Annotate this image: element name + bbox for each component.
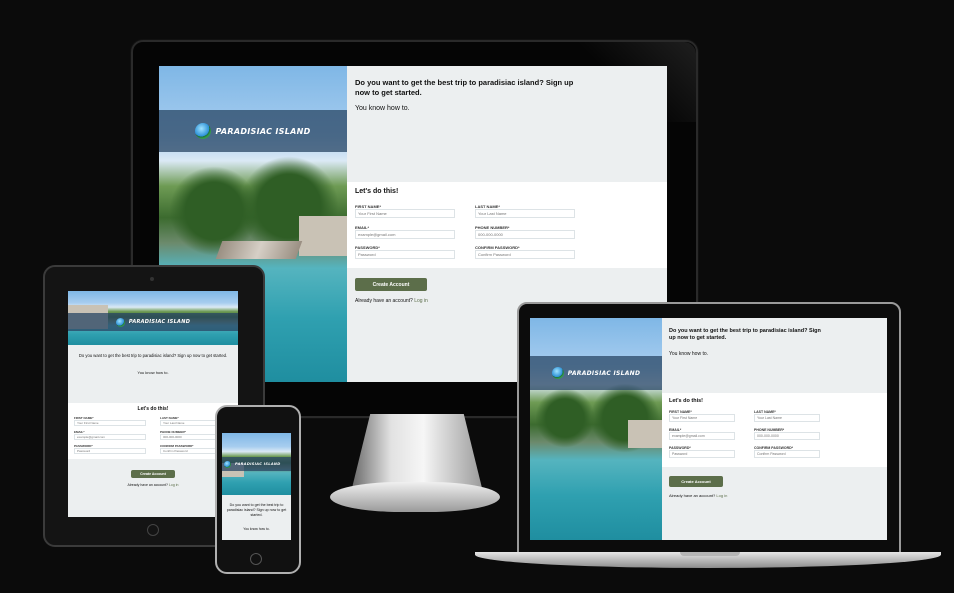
globe-icon <box>224 460 231 468</box>
hero-headline: Do you want to get the best trip to para… <box>78 353 228 358</box>
signup-form: Let's do this! FIRST NAME* LAST NAME* EM… <box>347 182 667 268</box>
laptop-screen: PARADISIAC ISLAND Do you want to get the… <box>530 318 887 540</box>
globe-icon <box>195 123 212 139</box>
email-input[interactable] <box>669 432 735 440</box>
first-name-input[interactable] <box>669 414 735 422</box>
hero-headline: Do you want to get the best trip to para… <box>226 503 287 517</box>
brand-banner: PARADISIAC ISLAND <box>68 313 238 331</box>
login-prefix: Already have an account? <box>355 298 413 304</box>
form-title: Let's do this! <box>137 406 169 412</box>
login-prompt: Already have an account? Log in <box>355 298 428 304</box>
hero-tagline: You know how to. <box>355 105 410 112</box>
last-name-input[interactable] <box>754 414 820 422</box>
hero-tagline: You know how to. <box>669 351 709 357</box>
brand-name: PARADISIAC ISLAND <box>567 369 641 377</box>
password-input[interactable] <box>74 448 146 454</box>
brand-name: PARADISIAC ISLAND <box>235 462 281 466</box>
brand-banner: PARADISIAC ISLAND <box>530 356 662 390</box>
login-link[interactable]: Log in <box>414 298 428 304</box>
email-input[interactable] <box>355 230 455 239</box>
globe-icon <box>551 367 564 379</box>
signup-form: Let's do this! FIRST NAME* LAST NAME* EM… <box>68 403 238 459</box>
brand-name: PARADISIAC ISLAND <box>215 126 311 136</box>
password-input[interactable] <box>355 250 455 259</box>
login-link[interactable]: Log in <box>169 483 179 487</box>
first-name-input[interactable] <box>355 209 455 218</box>
monitor-stand <box>352 414 482 488</box>
tablet-screen: PARADISIAC ISLAND Do you want to get the… <box>68 291 238 517</box>
login-prefix: Already have an account? <box>127 483 168 487</box>
hero-tagline: You know how to. <box>243 527 270 531</box>
login-prompt: Already have an account? Log in <box>669 493 727 498</box>
email-input[interactable] <box>74 434 146 440</box>
hero-headline: Do you want to get the best trip to para… <box>355 78 574 98</box>
create-account-button[interactable]: Create Account <box>131 470 175 478</box>
confirm-password-input[interactable] <box>475 250 575 259</box>
tablet-home-button <box>147 524 159 536</box>
login-prefix: Already have an account? <box>669 493 716 498</box>
phone-input[interactable] <box>475 230 575 239</box>
brand-banner: PARADISIAC ISLAND <box>222 457 291 471</box>
hero-tagline: You know how to. <box>137 370 169 375</box>
phone-screen: PARADISIAC ISLAND Do you want to get the… <box>222 433 291 540</box>
create-account-button[interactable]: Create Account <box>355 278 427 291</box>
create-account-button[interactable]: Create Account <box>669 476 723 487</box>
first-name-input[interactable] <box>74 420 146 426</box>
monitor-stand-base <box>330 482 500 512</box>
password-input[interactable] <box>669 450 735 458</box>
brand-name: PARADISIAC ISLAND <box>128 319 191 325</box>
login-prompt: Already have an account? Log in <box>68 483 238 487</box>
phone-input[interactable] <box>754 432 820 440</box>
form-title: Let's do this! <box>669 398 704 404</box>
globe-icon <box>115 317 125 327</box>
signup-form: Let's do this! FIRST NAME* LAST NAME* EM… <box>662 393 887 467</box>
confirm-password-input[interactable] <box>754 450 820 458</box>
brand-banner: PARADISIAC ISLAND <box>159 110 347 152</box>
last-name-input[interactable] <box>475 209 575 218</box>
form-title: Let's do this! <box>355 188 399 195</box>
phone-home-button <box>250 553 262 565</box>
login-link[interactable]: Log in <box>716 493 727 498</box>
hero-headline: Do you want to get the best trip to para… <box>669 328 821 342</box>
